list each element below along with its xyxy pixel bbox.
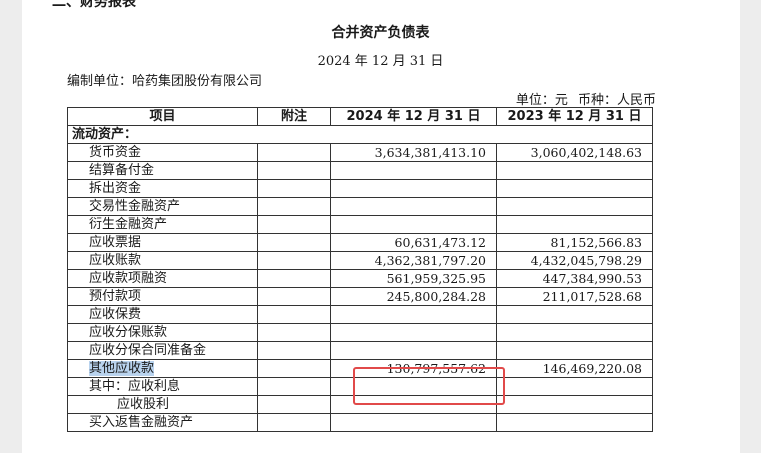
row-note — [257, 269, 331, 288]
highlighted-item-label: 其他应收款 — [89, 361, 155, 376]
table-row: 拆出资金 — [67, 179, 653, 198]
table-row: 应收票据 60,631,473.12 81,152,566.83 — [67, 233, 653, 252]
table-header-row: 项目 附注 2024 年 12 月 31 日 2023 年 12 月 31 日 — [67, 107, 653, 126]
header-current-date: 2024 年 12 月 31 日 — [330, 107, 497, 126]
row-prior: 4,432,045,798.29 — [496, 251, 653, 270]
row-item: 应收分保账款 — [67, 323, 258, 342]
row-item: 应收账款 — [67, 251, 258, 270]
currency-label: 币种：人民币 — [577, 93, 656, 108]
row-current: 60,631,473.12 — [330, 233, 497, 252]
row-prior — [496, 215, 653, 234]
row-item: 应收票据 — [67, 233, 258, 252]
row-prior — [496, 179, 653, 198]
row-prior: 447,384,990.53 — [496, 269, 653, 288]
row-current — [330, 161, 497, 180]
table-row: 应收保费 — [67, 305, 653, 324]
row-note — [257, 161, 331, 180]
row-current: 245,800,284.28 — [330, 287, 497, 306]
report-date: 2024 年 12 月 31 日 — [317, 54, 444, 69]
row-note — [257, 359, 331, 378]
row-current — [330, 413, 497, 432]
row-current — [330, 305, 497, 324]
row-item: 交易性金融资产 — [67, 197, 258, 216]
row-note — [257, 197, 331, 216]
row-item: 其他应收款 — [67, 359, 258, 378]
row-note — [257, 143, 331, 162]
row-prior — [496, 323, 653, 342]
unit-currency-line: 单位：元 币种：人民币 — [510, 89, 656, 108]
row-item: 应收款项融资 — [67, 269, 258, 288]
table-row: 买入返售金融资产 — [67, 413, 653, 432]
row-note — [257, 251, 331, 270]
row-note — [257, 323, 331, 342]
section-label: 流动资产： — [67, 125, 653, 144]
row-note — [257, 233, 331, 252]
row-prior — [496, 413, 653, 432]
row-prior — [496, 197, 653, 216]
table-row: 应收款项融资 561,959,325.95 447,384,990.53 — [67, 269, 653, 288]
table-row: 应收账款 4,362,381,797.20 4,432,045,798.29 — [67, 251, 653, 270]
row-note — [257, 179, 331, 198]
unit-label: 单位：元 — [515, 93, 568, 108]
row-item: 应收保费 — [67, 305, 258, 324]
company-name: 编制单位：哈药集团股份有限公司 — [67, 74, 263, 89]
annotation-highlight-box — [353, 367, 505, 405]
row-prior: 211,017,528.68 — [496, 287, 653, 306]
row-note — [257, 395, 331, 414]
row-prior — [496, 377, 653, 396]
row-item: 应收分保合同准备金 — [67, 341, 258, 360]
header-note: 附注 — [257, 107, 331, 126]
row-item: 衍生金融资产 — [67, 215, 258, 234]
row-prior: 81,152,566.83 — [496, 233, 653, 252]
row-item: 买入返售金融资产 — [67, 413, 258, 432]
row-current: 4,362,381,797.20 — [330, 251, 497, 270]
row-current — [330, 179, 497, 198]
row-current — [330, 341, 497, 360]
table-row: 结算备付金 — [67, 161, 653, 180]
row-note — [257, 215, 331, 234]
row-item: 应收股利 — [67, 395, 258, 414]
header-prior-date: 2023 年 12 月 31 日 — [496, 107, 653, 126]
row-prior — [496, 305, 653, 324]
row-prior — [496, 161, 653, 180]
row-item: 其中：应收利息 — [67, 377, 258, 396]
row-prior: 3,060,402,148.63 — [496, 143, 653, 162]
row-note — [257, 341, 331, 360]
row-item: 拆出资金 — [67, 179, 258, 198]
header-item: 项目 — [67, 107, 258, 126]
row-current — [330, 323, 497, 342]
row-note — [257, 377, 331, 396]
row-item: 结算备付金 — [67, 161, 258, 180]
row-current — [330, 215, 497, 234]
report-title: 合并资产负债表 — [331, 25, 430, 41]
row-note — [257, 287, 331, 306]
row-prior — [496, 395, 653, 414]
table-row: 衍生金融资产 — [67, 215, 653, 234]
row-item: 预付款项 — [67, 287, 258, 306]
section-heading: 二、财务报表 — [52, 0, 136, 10]
table-row: 应收分保账款 — [67, 323, 653, 342]
row-note — [257, 413, 331, 432]
table-row: 交易性金融资产 — [67, 197, 653, 216]
row-prior: 146,469,220.08 — [496, 359, 653, 378]
row-prior — [496, 341, 653, 360]
table-row: 预付款项 245,800,284.28 211,017,528.68 — [67, 287, 653, 306]
row-item: 货币资金 — [67, 143, 258, 162]
table-row: 应收分保合同准备金 — [67, 341, 653, 360]
section-row-current-assets: 流动资产： — [67, 125, 653, 144]
row-current — [330, 197, 497, 216]
row-note — [257, 305, 331, 324]
row-current: 3,634,381,413.10 — [330, 143, 497, 162]
table-row: 货币资金 3,634,381,413.10 3,060,402,148.63 — [67, 143, 653, 162]
row-current: 561,959,325.95 — [330, 269, 497, 288]
